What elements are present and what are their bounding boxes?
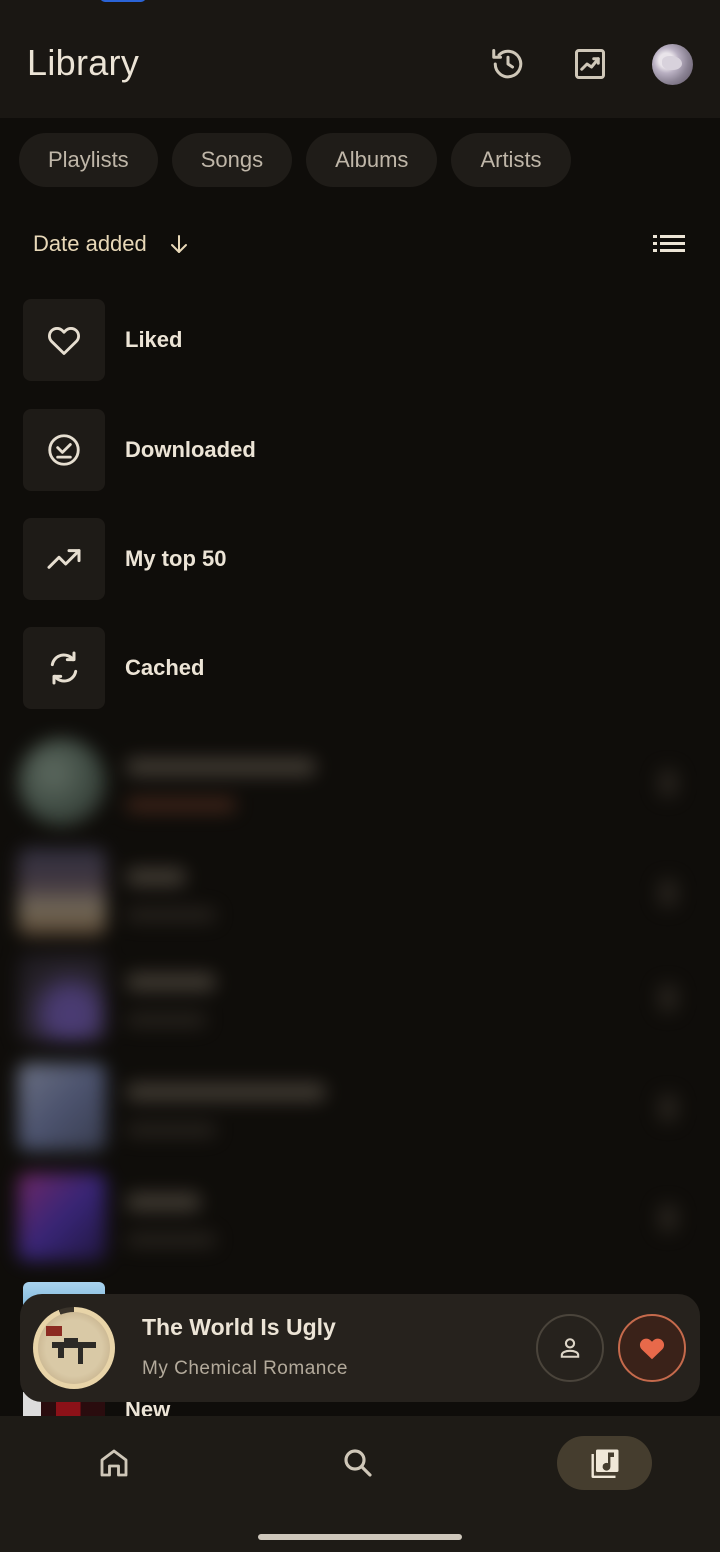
library-screen: Library Playlists Songs Albums Artists D… bbox=[0, 0, 720, 1552]
artist-button[interactable] bbox=[536, 1314, 604, 1382]
nav-home[interactable] bbox=[84, 1436, 144, 1490]
playback-progress-ring bbox=[33, 1307, 115, 1389]
library-music-icon bbox=[587, 1445, 623, 1481]
nav-search[interactable] bbox=[328, 1436, 388, 1490]
list-item-cached[interactable]: Cached bbox=[23, 627, 703, 709]
history-icon[interactable] bbox=[488, 44, 528, 84]
home-icon bbox=[96, 1445, 132, 1481]
list-item-label: Cached bbox=[125, 655, 205, 680]
chip-songs[interactable]: Songs bbox=[171, 133, 293, 187]
mini-player[interactable]: The World Is Ugly My Chemical Romance bbox=[20, 1294, 700, 1402]
filter-chips: Playlists Songs Albums Artists bbox=[19, 133, 571, 187]
bottom-navigation bbox=[0, 1416, 720, 1552]
stats-trending-icon[interactable] bbox=[570, 44, 610, 84]
person-icon bbox=[556, 1334, 584, 1362]
blurred-list-item bbox=[18, 953, 698, 1043]
trending-up-icon bbox=[23, 518, 105, 600]
blurred-list-item bbox=[18, 738, 698, 828]
download-done-icon bbox=[23, 409, 105, 491]
list-item-my-top-50[interactable]: My top 50 bbox=[23, 518, 703, 600]
avatar[interactable] bbox=[652, 44, 693, 85]
blurred-playlist-list bbox=[0, 728, 720, 1268]
list-item-liked[interactable]: Liked bbox=[23, 299, 703, 381]
blurred-list-item bbox=[18, 1173, 698, 1263]
gesture-home-indicator[interactable] bbox=[258, 1534, 462, 1540]
list-view-icon[interactable] bbox=[650, 228, 688, 260]
list-item-downloaded[interactable]: Downloaded bbox=[23, 409, 703, 491]
list-item-label: My top 50 bbox=[125, 546, 227, 571]
album-art bbox=[38, 1312, 110, 1384]
arrow-down-icon bbox=[167, 232, 191, 256]
chip-playlists[interactable]: Playlists bbox=[19, 133, 158, 187]
list-item-label: Liked bbox=[125, 327, 183, 352]
chip-albums[interactable]: Albums bbox=[306, 133, 438, 187]
blurred-list-item bbox=[18, 1063, 698, 1153]
sync-icon bbox=[23, 627, 105, 709]
sort-control[interactable]: Date added bbox=[33, 226, 191, 262]
like-button[interactable] bbox=[618, 1314, 686, 1382]
now-playing-title: The World Is Ugly bbox=[142, 1314, 336, 1340]
heart-outline-icon bbox=[23, 299, 105, 381]
heart-filled-icon bbox=[637, 1333, 667, 1363]
chip-artists[interactable]: Artists bbox=[451, 133, 571, 187]
search-icon bbox=[340, 1445, 376, 1481]
list-item-label: Downloaded bbox=[125, 437, 256, 462]
status-bar-indicator bbox=[100, 0, 146, 2]
page-title: Library bbox=[27, 42, 140, 83]
blurred-list-item bbox=[18, 848, 698, 938]
top-app-bar: Library bbox=[0, 0, 720, 118]
now-playing-artist: My Chemical Romance bbox=[142, 1358, 348, 1379]
sort-label: Date added bbox=[33, 231, 147, 256]
nav-library[interactable] bbox=[557, 1436, 652, 1490]
